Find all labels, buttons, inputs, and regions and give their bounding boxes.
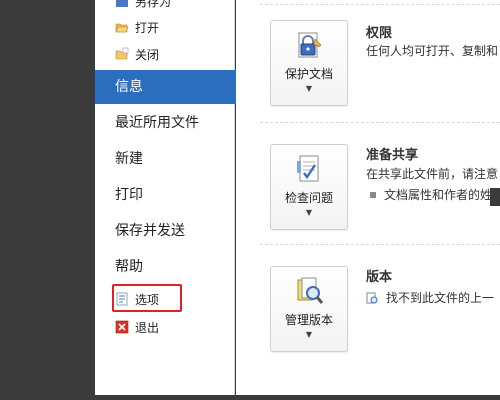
versions-magnifier-icon	[293, 275, 325, 307]
sidebar-item-print[interactable]: 打印	[95, 178, 235, 212]
exit-item[interactable]: 退出	[115, 318, 159, 336]
versions-note: 找不到此文件的上一	[366, 289, 494, 306]
sidebar-item-save-send[interactable]: 保存并发送	[95, 214, 235, 248]
open-label: 打开	[135, 20, 160, 35]
divider	[260, 244, 500, 245]
inspect-document-icon	[293, 153, 325, 185]
save-as-item[interactable]: 另存为	[115, 0, 171, 10]
info-panel: 保护文档 ▼ 权限 任何人均可打开、复制和 检查问题 ▼ 准备共享 在共享此文件…	[236, 0, 500, 395]
sidebar-item-new[interactable]: 新建	[95, 142, 235, 176]
sidebar-item-info[interactable]: 信息	[95, 70, 245, 104]
divider	[260, 122, 500, 123]
protect-document-label: 保护文档	[284, 67, 333, 81]
chevron-down-icon: ▼	[305, 330, 313, 339]
prepare-bullet: 文档属性和作者的姓	[366, 186, 492, 203]
prepare-bullet-text: 文档属性和作者的姓	[384, 188, 493, 202]
chevron-down-icon: ▼	[305, 208, 313, 217]
manage-versions-button[interactable]: 管理版本 ▼	[270, 266, 348, 352]
prepare-desc: 在共享此文件前，请注意	[366, 167, 499, 181]
check-issues-button[interactable]: 检查问题 ▼	[270, 144, 348, 230]
exit-icon	[115, 320, 129, 334]
chevron-down-icon: ▼	[305, 84, 313, 93]
close-label: 关闭	[135, 47, 160, 62]
options-highlight-box	[112, 284, 182, 312]
backstage-sidebar: 另存为 打开 关闭 信息 最近所用文件 新建 打印 保存并发送 帮助 选项 退出	[95, 0, 245, 395]
sidebar-item-help[interactable]: 帮助	[95, 250, 235, 284]
prepare-title: 准备共享	[366, 148, 419, 163]
save-as-label: 另存为	[135, 0, 172, 9]
info-document-icon	[366, 292, 378, 304]
window-background	[0, 0, 95, 400]
lock-key-icon	[293, 29, 325, 61]
check-issues-label: 检查问题	[284, 191, 333, 205]
protect-document-button[interactable]: 保护文档 ▼	[270, 20, 348, 106]
divider	[260, 4, 500, 5]
window-bottom-edge	[95, 395, 500, 400]
close-folder-icon	[115, 47, 129, 61]
permissions-title: 权限	[366, 26, 393, 41]
permissions-desc: 任何人均可打开、复制和	[366, 44, 499, 58]
save-as-icon	[115, 0, 129, 8]
versions-desc: 找不到此文件的上一	[386, 291, 495, 305]
exit-label: 退出	[135, 320, 160, 335]
bullet-icon	[370, 191, 376, 198]
sidebar-item-recent[interactable]: 最近所用文件	[95, 106, 235, 140]
close-item[interactable]: 关闭	[115, 45, 159, 63]
window-edge	[490, 188, 500, 206]
manage-versions-label: 管理版本	[284, 313, 333, 327]
open-folder-icon	[115, 20, 129, 34]
open-item[interactable]: 打开	[115, 18, 159, 36]
versions-title: 版本	[366, 270, 393, 285]
